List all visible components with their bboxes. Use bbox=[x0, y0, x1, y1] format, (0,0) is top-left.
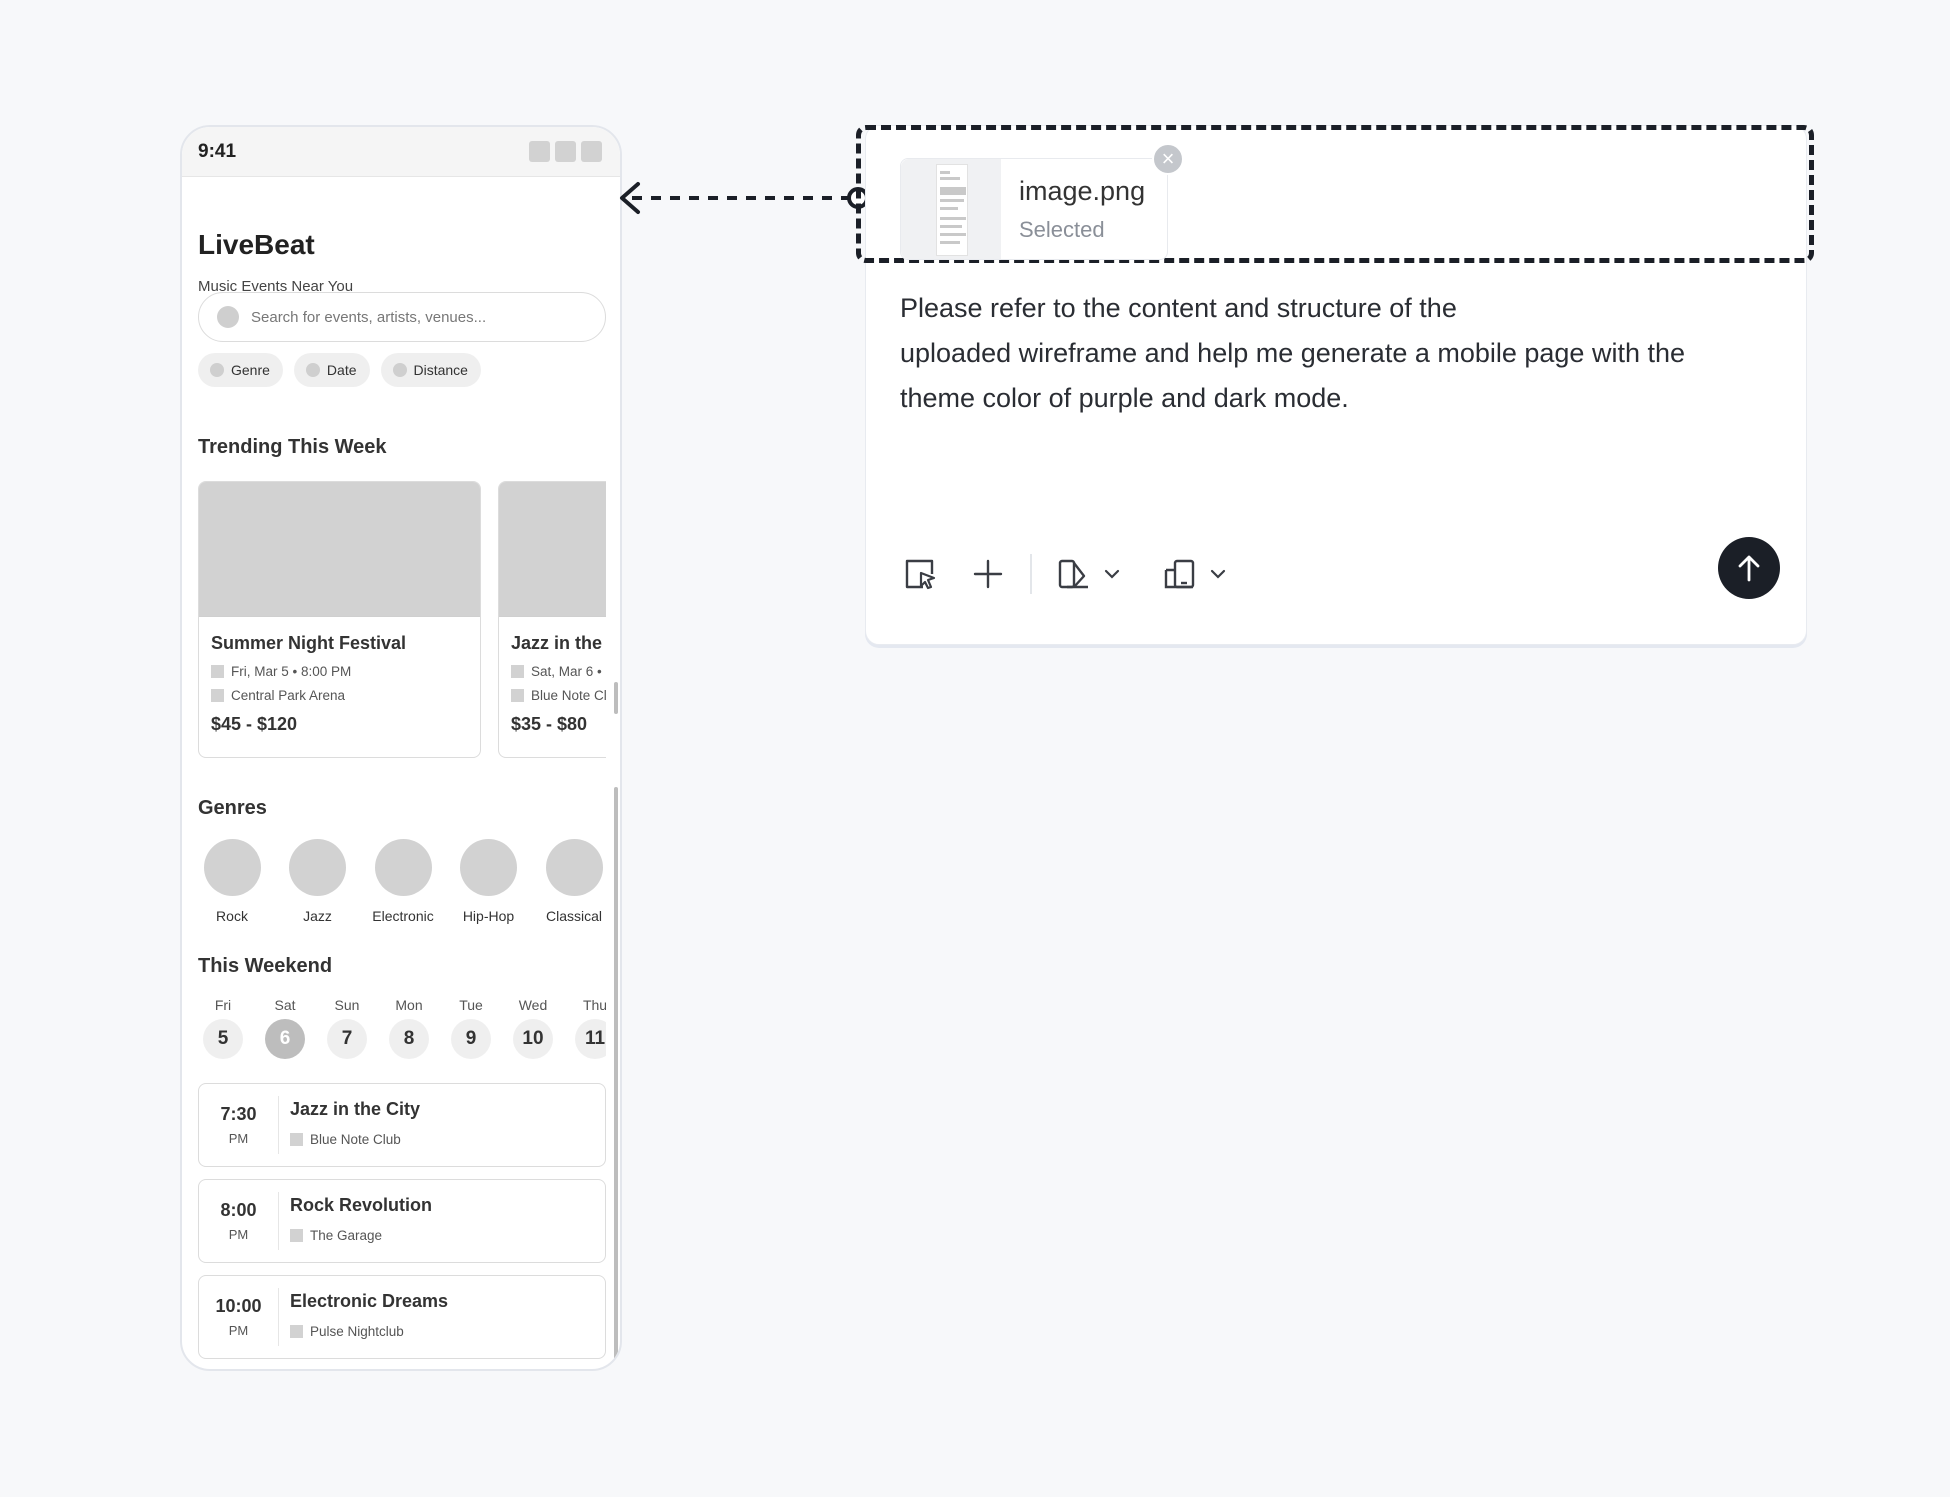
arrow-up-icon bbox=[1738, 555, 1760, 582]
close-icon: × bbox=[1161, 146, 1175, 171]
attachment-card[interactable]: image.png Selected bbox=[900, 158, 1168, 260]
chevron-down-icon bbox=[1210, 569, 1226, 579]
send-button[interactable] bbox=[1718, 537, 1780, 599]
chevron-down-icon bbox=[1104, 569, 1120, 579]
prompt-line: uploaded wireframe and help me generate … bbox=[900, 338, 1686, 368]
device-picker-icon bbox=[1164, 559, 1195, 589]
select-element-button[interactable] bbox=[900, 552, 940, 596]
toolbar-divider bbox=[1030, 554, 1032, 594]
style-picker-icon bbox=[1058, 559, 1088, 589]
attachment-thumbnail bbox=[901, 159, 1001, 259]
prompt-line: theme color of purple and dark mode. bbox=[900, 383, 1349, 413]
select-element-icon bbox=[905, 559, 936, 590]
prompt-text[interactable]: Please refer to the content and structur… bbox=[900, 286, 1740, 421]
remove-attachment-button[interactable]: × bbox=[1152, 143, 1184, 175]
prompt-line: Please refer to the content and structur… bbox=[900, 293, 1457, 323]
device-picker-button[interactable] bbox=[1160, 552, 1230, 596]
style-picker-button[interactable] bbox=[1054, 552, 1124, 596]
attachment-status: Selected bbox=[1019, 216, 1105, 242]
add-button[interactable] bbox=[968, 552, 1008, 596]
composer-toolbar bbox=[900, 552, 1230, 596]
attachment-filename: image.png bbox=[1019, 175, 1146, 206]
plus-icon bbox=[973, 559, 1003, 589]
